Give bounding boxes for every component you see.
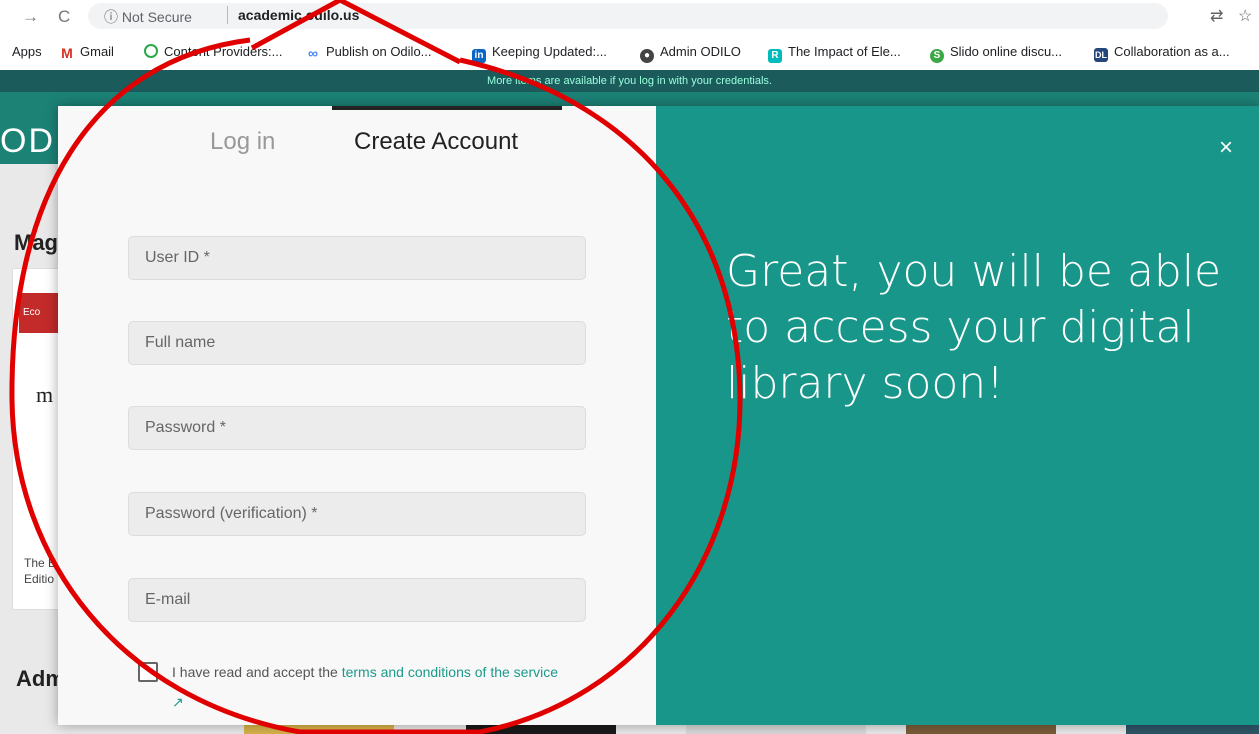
translate-icon[interactable]: ⇄ [1210, 6, 1223, 26]
terms-link[interactable]: terms and conditions of the service [342, 664, 558, 680]
url-text[interactable]: academic.odilo.us [238, 7, 359, 23]
create-account-modal: Log in Create Account I have read and ac… [58, 106, 1259, 725]
welcome-message: Great, you will be able to access your d… [726, 246, 1222, 409]
email-field[interactable] [128, 578, 586, 622]
bookmark-impact[interactable]: R The Impact of Ele... [768, 44, 901, 63]
bookmark-star-icon[interactable]: ☆ [1238, 6, 1252, 26]
card-cover-letter: m [36, 382, 54, 407]
researchgate-icon: R [768, 49, 782, 63]
bookmark-admin-odilo[interactable]: ● Admin ODILO [640, 44, 741, 63]
reload-icon[interactable]: C [58, 7, 70, 27]
bookmark-content-providers[interactable]: Content Providers:... [144, 44, 283, 59]
bookmark-publish-odilo[interactable]: ∞ Publish on Odilo... [306, 44, 432, 60]
site-logo: ODI [0, 122, 67, 160]
bookmark-slido[interactable]: S Slido online discu... [930, 44, 1062, 63]
bookmark-collaboration[interactable]: DL Collaboration as a... [1094, 44, 1230, 62]
terms-label: I have read and accept the terms and con… [172, 664, 558, 680]
card-title-line2: Editio [24, 572, 55, 586]
external-link-icon[interactable]: ↗ [172, 694, 184, 711]
login-banner: More items are available if you log in w… [0, 70, 1259, 92]
bookmark-gmail[interactable]: M Gmail [60, 44, 114, 60]
password-field[interactable] [128, 406, 586, 450]
section-heading-magazines: Mag [14, 230, 58, 255]
slido-icon: S [930, 49, 944, 63]
user-id-field[interactable] [128, 236, 586, 280]
link-icon: ∞ [308, 45, 318, 61]
book-cover: Eco [19, 293, 63, 333]
security-indicator[interactable]: ⓘ Not Secure [104, 7, 192, 27]
gmail-icon: M [61, 45, 73, 61]
close-icon[interactable]: × [1219, 134, 1233, 162]
tab-create-account[interactable]: Create Account [354, 128, 518, 156]
card-title-line1: The E [24, 556, 57, 570]
globe-icon: ● [640, 49, 654, 63]
modal-info-panel: × Great, you will be able to access your… [656, 106, 1259, 725]
bookmark-keeping-updated[interactable]: in Keeping Updated:... [472, 44, 607, 63]
bookmark-apps[interactable]: Apps [12, 44, 42, 59]
modal-form-panel: Log in Create Account I have read and ac… [58, 106, 656, 725]
omnibox-separator [227, 6, 228, 24]
terms-prefix: I have read and accept the [172, 664, 342, 680]
bookmarks-bar: Apps M Gmail Content Providers:... ∞ Publi… [0, 34, 1259, 71]
full-name-field[interactable] [128, 321, 586, 365]
terms-checkbox[interactable] [138, 662, 158, 682]
password-verification-field[interactable] [128, 492, 586, 536]
forward-icon[interactable]: → [22, 7, 39, 27]
active-tab-indicator [332, 106, 562, 110]
dl-icon: DL [1094, 48, 1108, 62]
browser-address-bar: → C ⓘ Not Secure academic.odilo.us ⇄ ☆ [0, 0, 1259, 34]
circle-icon [144, 44, 158, 58]
linkedin-icon: in [472, 49, 486, 63]
tab-log-in[interactable]: Log in [210, 128, 275, 156]
